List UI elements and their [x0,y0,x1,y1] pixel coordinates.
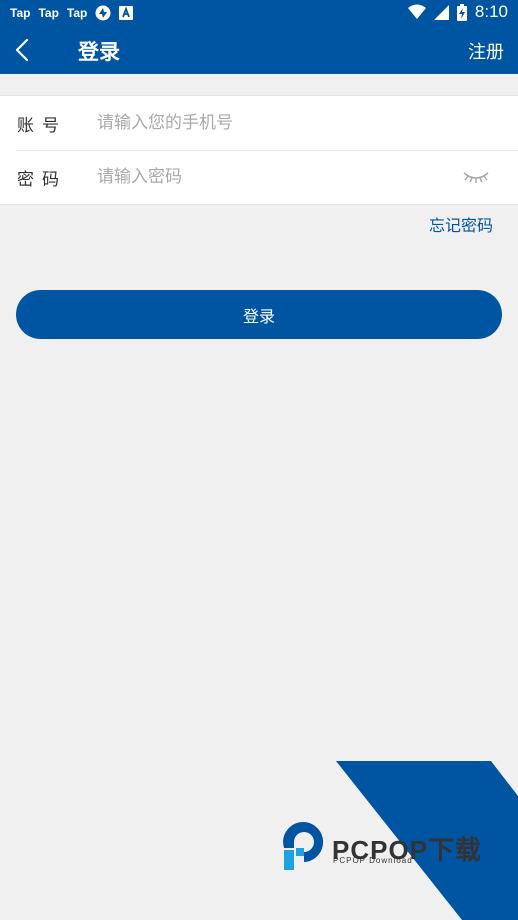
battery-icon [456,3,467,21]
login-button[interactable]: 登录 [16,290,502,339]
tap-notification-icon: Tap [66,6,88,20]
eye-closed-icon[interactable] [462,164,490,188]
login-form: 账号 密码 [0,95,518,205]
a-badge-icon [119,6,134,20]
wifi-icon [407,4,426,19]
sync-icon [95,5,111,21]
status-time: 8:10 [474,2,508,21]
phone-input[interactable] [97,108,437,138]
status-bar: Tap Tap Tap 8:10 [0,0,518,26]
back-arrow-icon[interactable] [8,34,40,66]
notification-icons: Tap Tap Tap [10,5,134,21]
page-title: 登录 [78,40,120,64]
password-row: 密码 [0,150,518,204]
register-button[interactable]: 注册 [468,38,504,64]
tap-notification-icon: Tap [38,6,59,20]
system-status: 8:10 [407,2,508,22]
signal-icon [433,4,449,20]
account-row: 账号 [0,96,518,150]
password-label: 密码 [17,170,67,190]
tap-notification-icon: Tap [10,6,31,20]
forgot-password-link[interactable]: 忘记密码 [429,212,493,236]
password-input[interactable] [97,162,437,192]
watermark-subtitle: PCPOP Download [333,856,413,865]
pcpop-logo-icon [283,822,324,870]
account-label: 账号 [17,116,67,136]
app-bar: 登录 注册 [0,26,518,74]
